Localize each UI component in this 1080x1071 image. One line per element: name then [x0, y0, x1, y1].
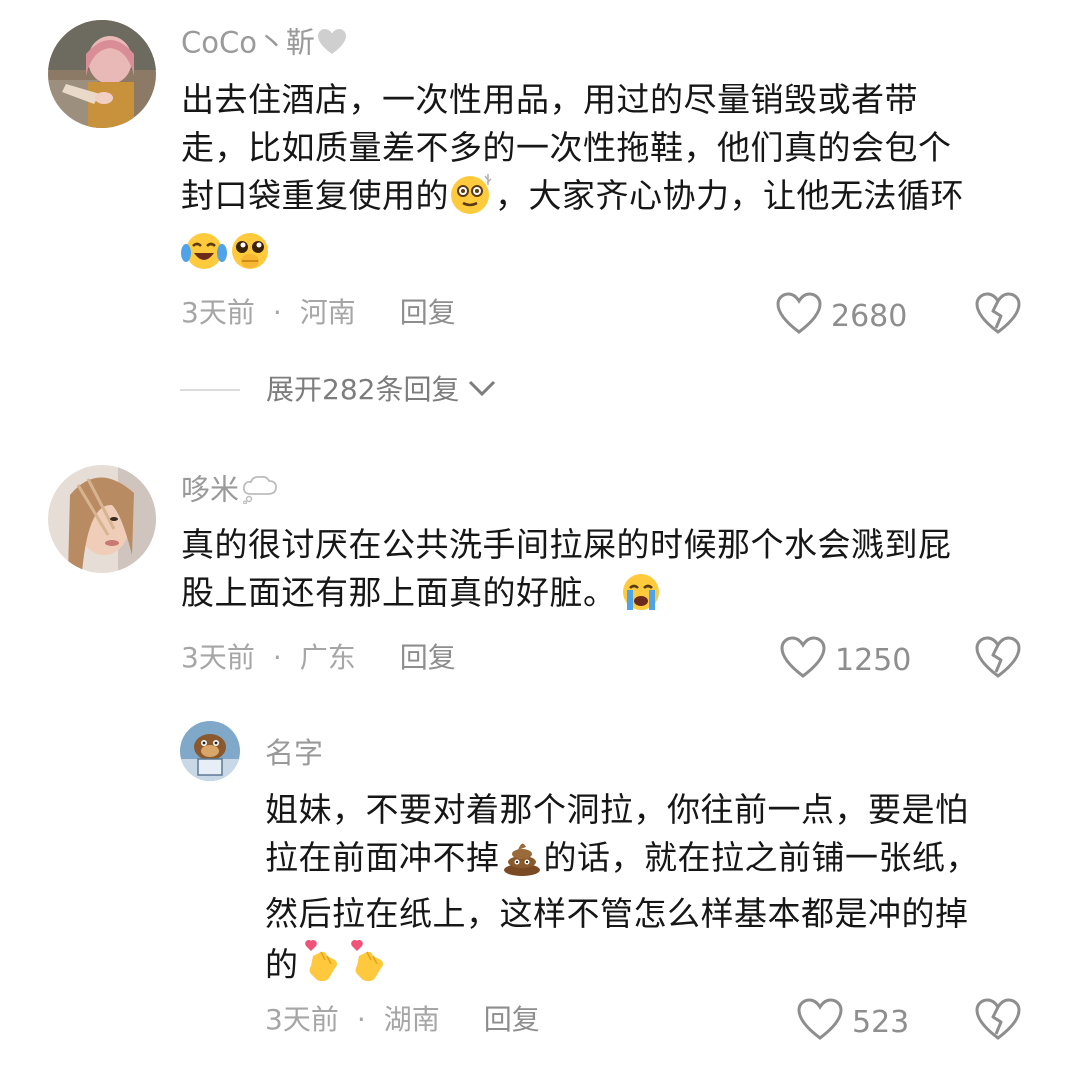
separator-dot: ·	[272, 641, 282, 674]
location: 广东	[299, 641, 356, 674]
grey-heart-icon	[317, 28, 347, 61]
comment-line: 的	[265, 938, 979, 997]
thought-bubble-icon	[241, 474, 279, 509]
separator-dot: ·	[356, 1003, 366, 1036]
username-text: CoCo丶靳	[181, 25, 315, 60]
finger-heart-emoji	[345, 938, 391, 997]
comment-line	[181, 228, 964, 284]
comment-line: 股上面还有那上面真的好脏。	[181, 569, 952, 625]
avatar[interactable]	[48, 465, 156, 573]
avatar[interactable]	[48, 20, 156, 128]
comment-segment: ，大家齐心协力，让他无法循环	[495, 176, 964, 215]
timestamp: 3天前	[181, 641, 255, 674]
username-text: 名字	[265, 736, 324, 770]
reply-button[interactable]: 回复	[400, 641, 456, 674]
broken-heart-icon	[974, 636, 1022, 684]
crying-face-emoji	[617, 572, 665, 625]
comment-segment: 股上面还有那上面真的好脏。	[181, 573, 617, 612]
finger-heart-emoji	[299, 938, 345, 997]
broken-heart-icon	[974, 292, 1022, 340]
like-count: 523	[852, 1005, 910, 1040]
like-button[interactable]: 1250	[779, 636, 911, 686]
comment-segment: 拉在前面冲不掉	[265, 838, 500, 877]
comment-line: 出去住酒店，一次性用品，用过的尽量销毁或者带	[181, 80, 918, 119]
comment-meta: 3天前 · 湖南 回复	[265, 1006, 540, 1034]
poop-emoji	[500, 837, 544, 890]
dislike-button[interactable]	[974, 998, 1022, 1046]
dislike-button[interactable]	[974, 292, 1022, 340]
heart-icon	[775, 292, 823, 342]
divider-line	[180, 389, 240, 391]
heart-icon	[796, 998, 844, 1048]
comment-meta: 3天前 · 广东 回复	[181, 644, 456, 672]
comment-segment: 的	[265, 945, 299, 984]
comment-text: 姐妹，不要对着那个洞拉，你往前一点，要是怕 拉在前面冲不掉 的话，就在拉之前铺一张…	[265, 786, 979, 997]
heart-icon	[779, 636, 827, 686]
expand-replies-button[interactable]: 展开282条回复	[180, 376, 497, 404]
pleading-face-emoji	[227, 231, 273, 284]
comment-text: 真的很讨厌在公共洗手间拉屎的时候那个水会溅到屁 股上面还有那上面真的好脏。	[181, 521, 952, 625]
like-count: 1250	[835, 643, 912, 678]
comment-segment: 封口袋重复使用的	[181, 176, 449, 215]
username-text: 哆米	[181, 472, 240, 507]
comment-line: 然后拉在纸上，这样不管怎么样基本都是冲的掉	[265, 894, 969, 933]
reply-button[interactable]: 回复	[484, 1003, 540, 1036]
like-count: 2680	[831, 299, 908, 334]
comment-line: 走，比如质量差不多的一次性拖鞋，他们真的会包个	[181, 128, 952, 167]
comment-line: 封口袋重复使用的 ，大家齐心协力，让他无法循环	[181, 172, 964, 228]
chevron-down-icon	[467, 376, 497, 404]
expand-replies-label: 展开282条回复	[266, 373, 460, 406]
like-button[interactable]: 523	[796, 998, 909, 1048]
username[interactable]: CoCo丶靳	[181, 28, 347, 61]
comment-text: 出去住酒店，一次性用品，用过的尽量销毁或者带 走，比如质量差不多的一次性拖鞋，他…	[181, 76, 964, 284]
reply-button[interactable]: 回复	[400, 296, 456, 329]
username[interactable]: 名字	[265, 739, 323, 768]
comment-segment: 的话，就在拉之前铺一张纸，	[543, 838, 979, 877]
comment-meta: 3天前 · 河南 回复	[181, 299, 456, 327]
broken-heart-icon	[974, 998, 1022, 1046]
comment-line: 拉在前面冲不掉 的话，就在拉之前铺一张纸，	[265, 834, 979, 890]
location: 湖南	[383, 1003, 440, 1036]
comment-line: 真的很讨厌在公共洗手间拉屎的时候那个水会溅到屁	[181, 525, 952, 564]
dizzy-face-emoji	[449, 173, 495, 228]
username[interactable]: 哆米	[181, 474, 279, 509]
timestamp: 3天前	[181, 296, 255, 329]
crying-laughing-emoji	[181, 231, 227, 284]
separator-dot: ·	[272, 296, 282, 329]
avatar[interactable]	[180, 721, 240, 781]
like-button[interactable]: 2680	[775, 292, 907, 342]
dislike-button[interactable]	[974, 636, 1022, 684]
location: 河南	[299, 296, 356, 329]
comment-line: 姐妹，不要对着那个洞拉，你往前一点，要是怕	[265, 790, 969, 829]
timestamp: 3天前	[265, 1003, 339, 1036]
